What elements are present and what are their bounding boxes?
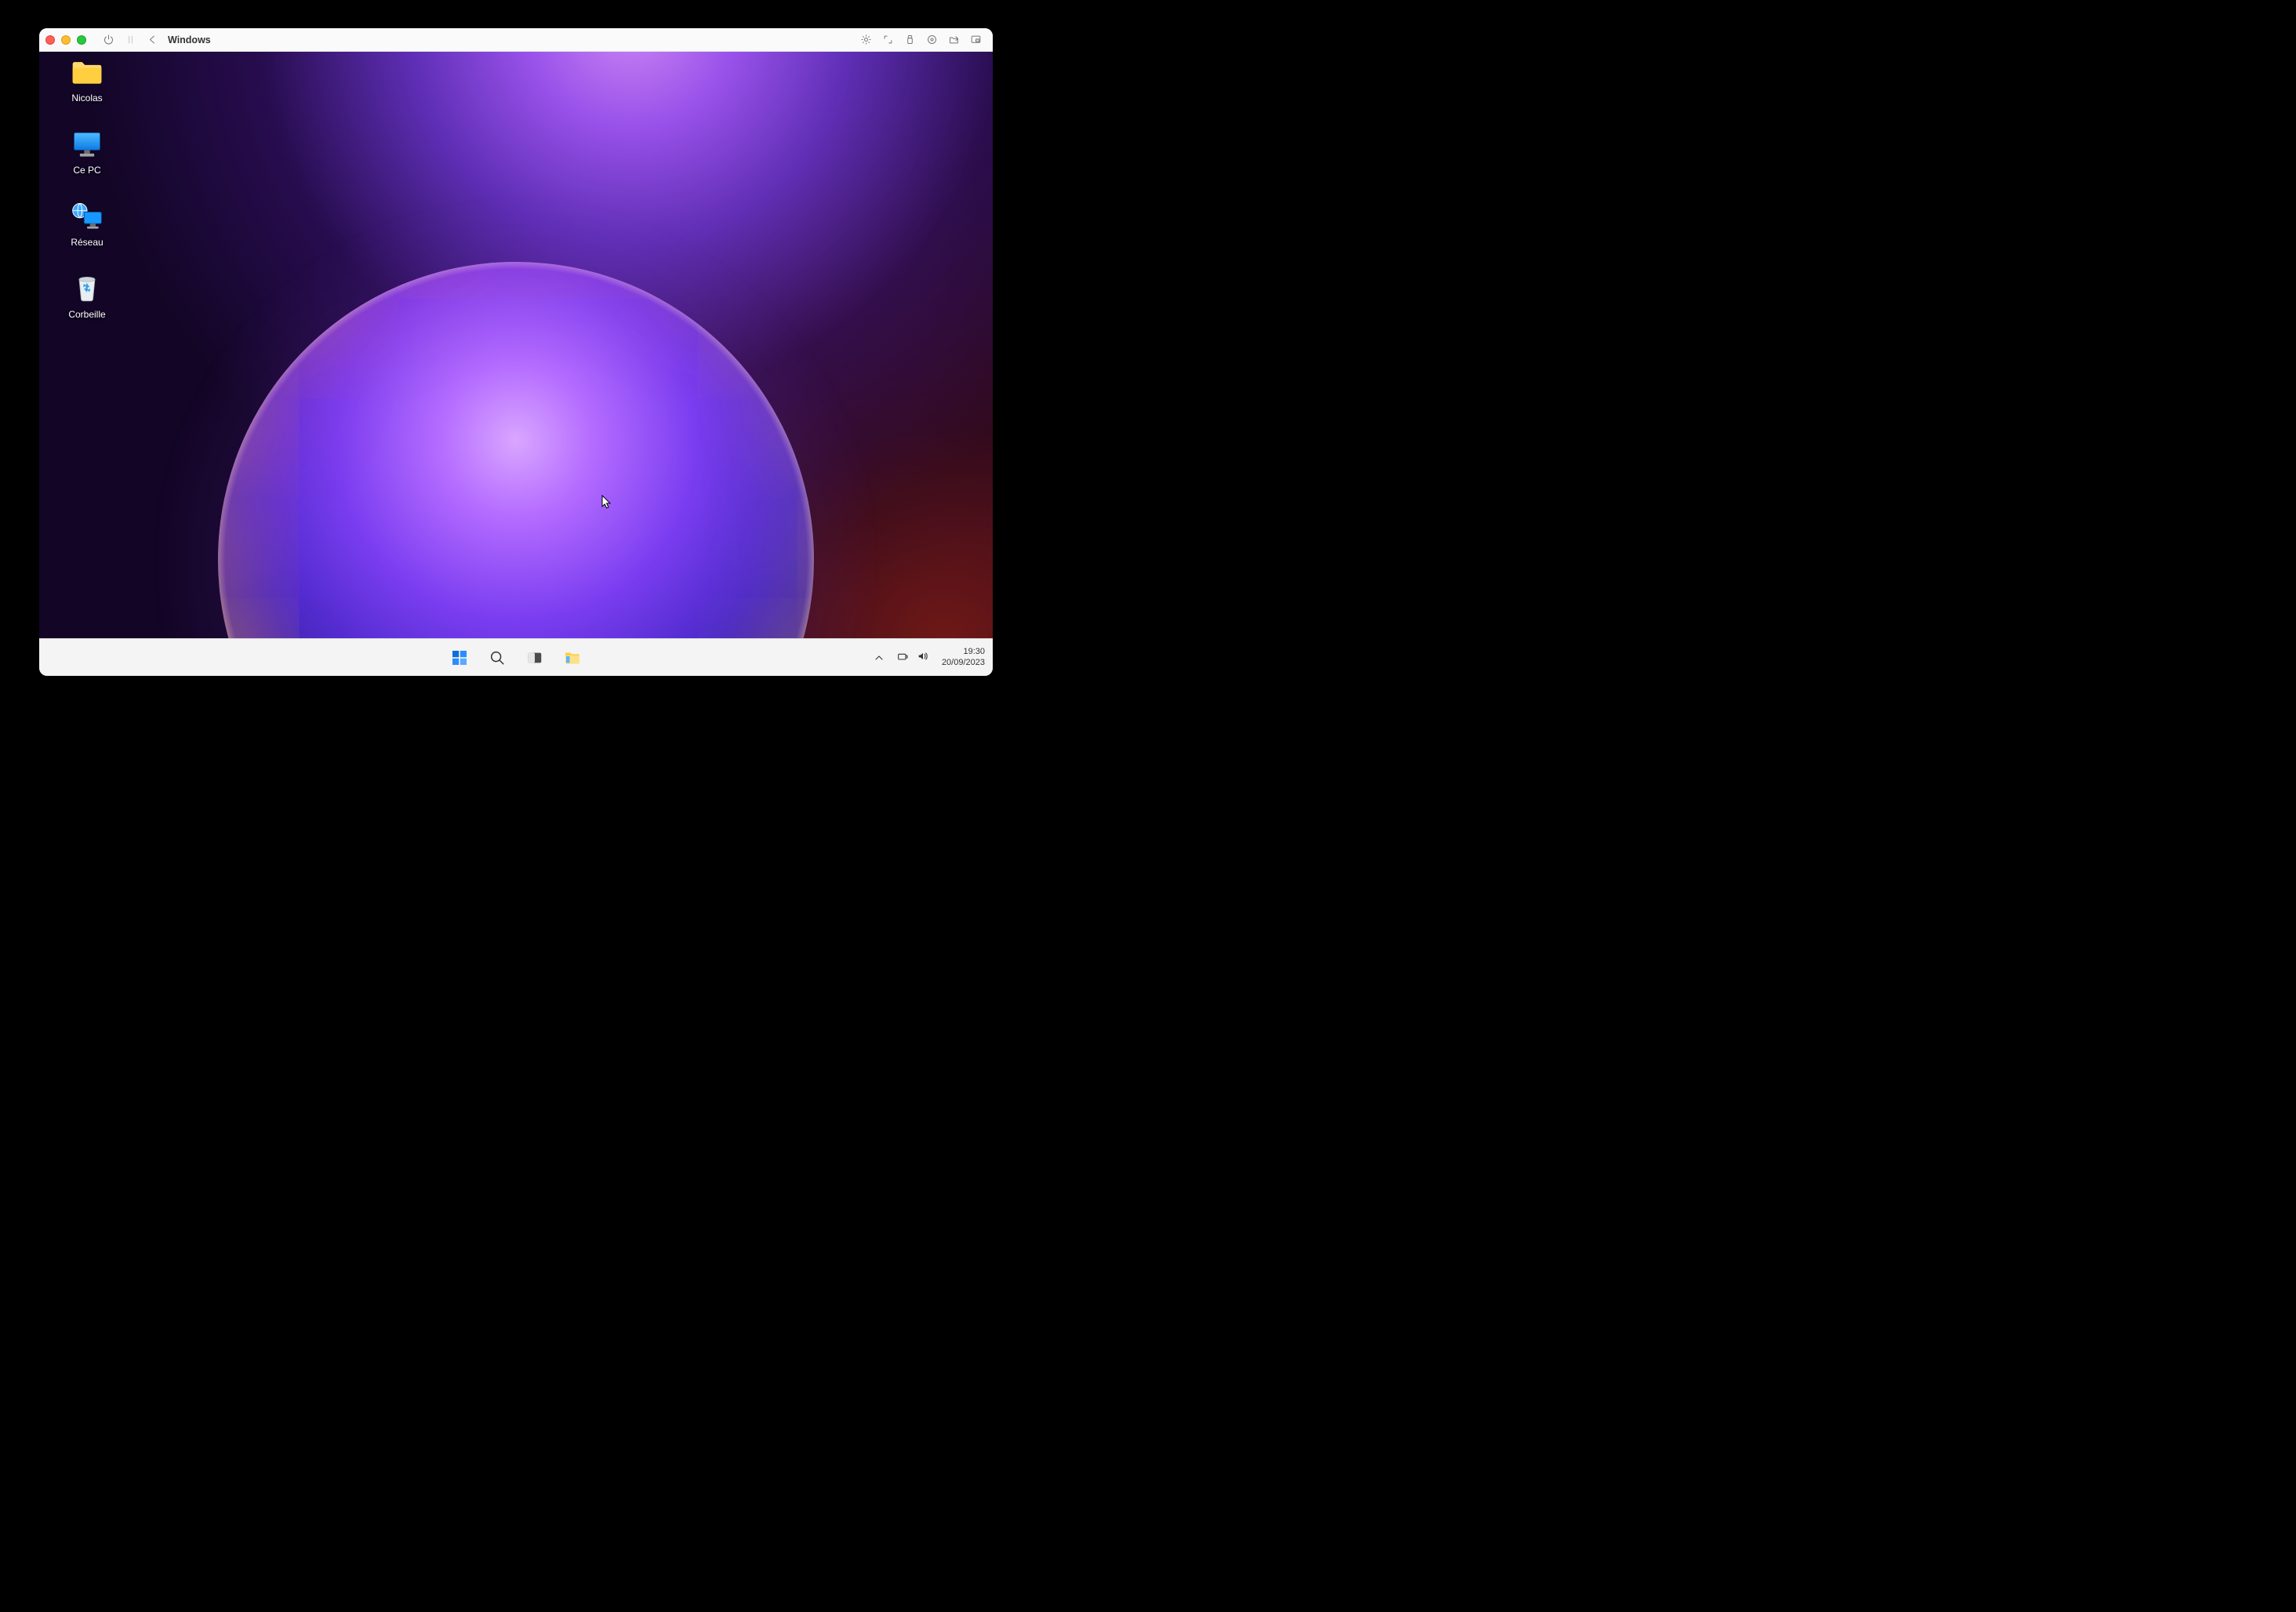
desktop-icon-label: Nicolas: [71, 93, 102, 103]
search-button[interactable]: [483, 644, 511, 672]
task-view-button[interactable]: [521, 644, 549, 672]
monitor-icon: [70, 129, 104, 160]
guest-desktop[interactable]: Nicolas Ce PC: [39, 52, 993, 676]
start-button[interactable]: [445, 644, 474, 672]
task-view-icon: [526, 649, 543, 666]
tray-network-icon[interactable]: [896, 650, 909, 665]
power-button[interactable]: [97, 31, 119, 49]
recycle-bin-icon: [70, 273, 104, 304]
clock-date: 20/09/2023: [942, 658, 985, 669]
windows-logo-icon: [450, 648, 469, 667]
usb-icon[interactable]: [899, 31, 921, 49]
chevron-up-icon: [873, 652, 885, 664]
taskbar-center: [445, 644, 587, 672]
tray-volume-icon[interactable]: [917, 650, 929, 665]
desktop-icon-recycle-bin[interactable]: Corbeille: [52, 273, 122, 320]
desktop-icon-user-folder[interactable]: Nicolas: [52, 56, 122, 103]
folder-icon: [70, 56, 104, 88]
show-hidden-icons-button[interactable]: [870, 648, 888, 667]
search-icon: [489, 649, 506, 666]
desktop-icon-network[interactable]: Réseau: [52, 201, 122, 248]
host-window-title: Windows: [168, 34, 211, 45]
minimize-window-button[interactable]: [61, 35, 71, 45]
brightness-icon[interactable]: [855, 31, 877, 49]
desktop-icon-label: Ce PC: [73, 165, 100, 176]
desktop-icon-label: Réseau: [71, 237, 103, 248]
system-tray: 19:30 20/09/2023: [870, 647, 985, 669]
shared-folder-icon[interactable]: [943, 31, 965, 49]
desktop-icons: Nicolas Ce PC: [52, 56, 122, 320]
zoom-window-button[interactable]: [77, 35, 86, 45]
host-titlebar: Windows: [39, 28, 993, 52]
file-explorer-button[interactable]: [558, 644, 587, 672]
taskbar: 19:30 20/09/2023: [39, 638, 993, 676]
pip-icon[interactable]: [965, 31, 986, 49]
wallpaper-orb: [218, 262, 814, 676]
close-window-button[interactable]: [45, 35, 55, 45]
taskbar-clock[interactable]: 19:30 20/09/2023: [942, 647, 985, 669]
settings-icon[interactable]: [921, 31, 943, 49]
desktop-icon-label: Corbeille: [68, 309, 105, 320]
pause-button[interactable]: [119, 31, 141, 49]
clock-time: 19:30: [942, 647, 985, 658]
network-icon: [70, 201, 104, 232]
back-button[interactable]: [141, 31, 163, 49]
desktop-icon-this-pc[interactable]: Ce PC: [52, 129, 122, 176]
file-explorer-icon: [563, 648, 582, 667]
expand-icon[interactable]: [877, 31, 899, 49]
mac-traffic-lights[interactable]: [45, 35, 86, 45]
vm-window: Windows: [39, 28, 993, 676]
